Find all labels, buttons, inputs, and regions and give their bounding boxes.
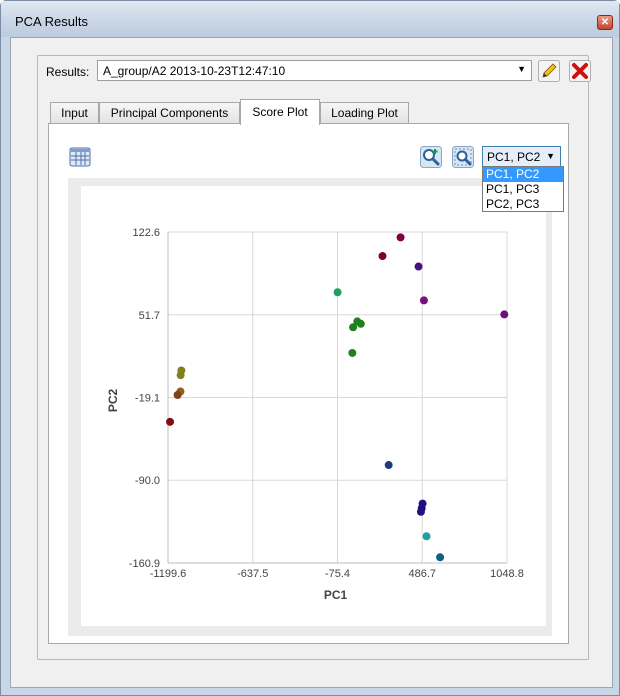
x-tick-label: -637.5 — [237, 568, 268, 580]
y-tick-label: 122.6 — [132, 227, 160, 239]
x-tick-label: 486.7 — [408, 568, 436, 580]
data-point — [416, 507, 425, 516]
pc-pair-dropdown: PC1, PC2 PC1, PC3 PC2, PC3 — [482, 166, 564, 212]
data-point — [348, 348, 357, 357]
y-tick-label: -90.0 — [135, 475, 160, 487]
data-point — [166, 417, 175, 426]
data-point — [176, 371, 185, 380]
data-point — [414, 262, 423, 271]
data-point — [356, 319, 365, 328]
data-point — [384, 461, 393, 470]
data-point — [333, 288, 342, 297]
tab-score-plot[interactable]: Score Plot — [240, 99, 320, 125]
y-tick-label: -160.9 — [129, 558, 160, 570]
y-tick-label: -19.1 — [135, 392, 160, 404]
data-point — [349, 323, 358, 332]
pc-option-pc2-pc3[interactable]: PC2, PC3 — [483, 197, 563, 212]
data-point — [173, 390, 182, 399]
y-axis-title: PC2 — [106, 389, 120, 413]
pc-option-pc1-pc2[interactable]: PC1, PC2 — [483, 167, 563, 182]
data-point — [378, 252, 387, 261]
tab-score-plot-label: Score Plot — [252, 105, 308, 119]
data-point — [396, 233, 405, 242]
data-point — [436, 553, 445, 562]
data-point — [422, 532, 431, 541]
x-axis-title: PC1 — [324, 588, 348, 602]
y-tick-label: 51.7 — [139, 310, 160, 322]
x-tick-label: 1048.8 — [490, 568, 524, 580]
data-point — [419, 296, 428, 305]
x-tick-label: -75.4 — [325, 568, 350, 580]
data-point — [500, 310, 509, 319]
pc-option-pc1-pc3[interactable]: PC1, PC3 — [483, 182, 563, 197]
